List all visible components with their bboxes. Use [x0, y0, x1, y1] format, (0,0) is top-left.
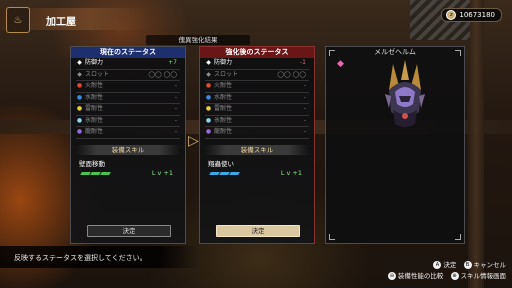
- dragon-icon: ●: [205, 128, 212, 135]
- skill-info-hint[interactable]: スキル情報画面: [461, 272, 507, 280]
- panel-title: 現在のステータス: [71, 47, 185, 58]
- thunder-res-row: ● 雷耐性 -: [205, 104, 309, 116]
- slot-row: ◆ スロット ◯◯ ◯◯: [205, 70, 309, 81]
- current-decide-button[interactable]: 決定: [87, 225, 171, 237]
- fire-res-row: ● 火耐性 -: [76, 81, 180, 93]
- dragon-res-row: ● 龍耐性 -: [76, 127, 180, 139]
- defense-icon: ◆: [206, 59, 211, 66]
- thunder-icon: ●: [205, 105, 212, 112]
- dragon-res-row: ● 龍耐性 -: [205, 127, 309, 139]
- minus-button-icon: ⊖: [387, 272, 396, 280]
- skill-level: L v +1: [280, 168, 302, 177]
- background-beam: [468, 0, 484, 288]
- skill-name: 翔蟲使い: [208, 159, 234, 168]
- ice-icon: ●: [76, 116, 83, 124]
- thunder-icon: ●: [76, 105, 83, 112]
- slot-row: ◆ スロット ◯◯ ◯◯: [76, 70, 180, 81]
- preview-title: メルゼヘルム: [374, 48, 416, 56]
- defense-row: ◆ 防御力 -1: [205, 58, 309, 70]
- zenny-display: z 10673180: [441, 8, 502, 22]
- thunder-res-row: ● 雷耐性 -: [76, 104, 180, 116]
- after-status-panel[interactable]: 強化後のステータス ◆ 防御力 -1 ◆ スロット ◯◯ ◯◯ ● 火耐性 - ● 水耐性 - …: [199, 46, 315, 244]
- fire-res-row: ● 火耐性 -: [205, 81, 309, 93]
- current-status-panel[interactable]: 現在のステータス ◆ 防御力 +7 ◆ スロット ◯◯ ◯◯ ● 火耐性 - ● 水耐性 - ●…: [70, 46, 186, 244]
- water-icon: ●: [205, 93, 212, 101]
- after-decide-button[interactable]: 決定: [216, 225, 300, 237]
- cancel-hint[interactable]: キャンセル: [474, 261, 507, 269]
- button-guide: A 決定 B キャンセル ⊖ 装備性能の比較 ⊕ スキル情報画面: [383, 260, 506, 282]
- slot-icon: ◆: [206, 70, 211, 78]
- skill-header: 装備スキル: [205, 144, 309, 155]
- fire-icon: ●: [76, 82, 83, 89]
- slot-icon: ◆: [77, 70, 82, 78]
- compare-hint[interactable]: 装備性能の比較: [398, 272, 444, 280]
- ice-res-row: ● 氷耐性 -: [76, 116, 180, 127]
- plus-button-icon: ⊕: [450, 272, 459, 280]
- result-banner: 傀異強化結果: [146, 35, 250, 45]
- zenny-icon: z: [446, 10, 457, 20]
- message-bar: 反映するステータスを選択してください。: [0, 246, 200, 268]
- instruction-message: 反映するステータスを選択してください。: [14, 254, 147, 262]
- skill-level-bar: L v +1: [79, 168, 177, 178]
- skill-level: L v +1: [151, 168, 173, 177]
- zenny-value: 10673180: [459, 11, 495, 19]
- skill-level-bar: L v +1: [208, 168, 306, 178]
- skill-header: 装備スキル: [76, 144, 180, 155]
- panel-title: 強化後のステータス: [200, 47, 314, 58]
- water-res-row: ● 水耐性 -: [205, 93, 309, 104]
- page-title: 加工屋: [46, 17, 76, 28]
- skill-name: 壁面移動: [79, 159, 105, 168]
- b-button-icon: B: [463, 261, 472, 269]
- defense-row: ◆ 防御力 +7: [76, 58, 180, 70]
- fire-icon: ●: [205, 82, 212, 89]
- helm-model-image: [385, 60, 425, 127]
- water-icon: ●: [76, 93, 83, 101]
- ice-res-row: ● 氷耐性 -: [205, 116, 309, 127]
- water-res-row: ● 水耐性 -: [76, 93, 180, 104]
- confirm-hint[interactable]: 決定: [443, 261, 456, 269]
- ice-icon: ●: [205, 116, 212, 124]
- shop-header: ♨ 加工屋: [0, 7, 150, 33]
- smithy-icon: ♨: [6, 7, 30, 33]
- rarity-gem-icon: ◆: [337, 59, 344, 69]
- a-button-icon: A: [433, 261, 442, 269]
- compare-arrow-icon: ▷: [188, 133, 199, 149]
- defense-icon: ◆: [77, 59, 82, 66]
- dragon-icon: ●: [76, 128, 83, 135]
